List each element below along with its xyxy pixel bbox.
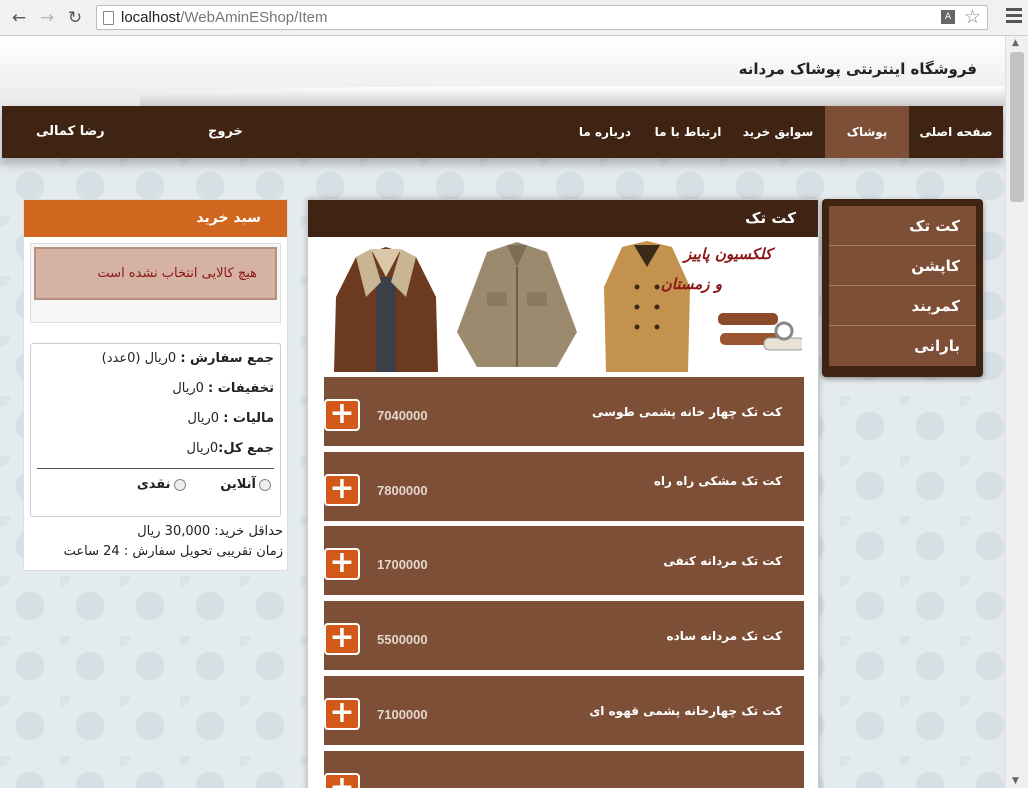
grand-total-line: جمع کل:0ریال [186,441,274,456]
canvas-jacket-image [457,242,577,367]
category-menu: کت تک کاپشن کمربند بارانی [822,199,983,377]
order-summary: جمع سفارش : 0ریال (0عدد) تخفیفات : 0ریال… [30,343,281,517]
product-panel: کت تک کلکسیون پاییز و زمستان کت تک چهار … [307,199,819,788]
nav-clothing[interactable]: پوشاک [825,106,909,158]
address-bar[interactable]: localhost/WebAminEShop/Item A ☆ [96,5,988,30]
page-icon [103,11,114,25]
product-row: کت تک مردانه ساده 5500000 + [324,601,804,670]
reload-icon[interactable]: ↻ [64,7,86,29]
category-raincoat[interactable]: بارانی [829,326,976,366]
forward-icon[interactable]: → [36,7,58,29]
category-blazer[interactable]: کت تک [829,206,976,246]
cash-payment-radio[interactable] [173,478,186,491]
product-price: 7800000 [377,483,428,498]
browser-menu-icon[interactable] [1006,8,1022,24]
belts-image [718,313,802,351]
banner-caption-line1: کلکسیون پاییز [683,245,772,263]
product-name[interactable]: کت تک مشکی راه راه [654,474,782,488]
product-row: کت تک مردانه کنفی 1700000 + [324,526,804,595]
product-row: کت تک چهارخانه پشمی قهوه ای 7100000 + [324,676,804,745]
add-to-cart-button[interactable]: + [324,548,360,580]
tax-line: مالیات : 0ریال [187,411,274,426]
logout-link[interactable]: خروج [208,106,243,158]
add-to-cart-button[interactable]: + [324,773,360,788]
back-icon[interactable]: ← [8,7,30,29]
cart-title: سبد خرید [24,200,287,237]
nav-purchase-history[interactable]: سوابق خرید [731,106,825,158]
cash-payment-label: نقدی [136,477,171,492]
collection-banner: کلکسیون پاییز و زمستان [324,237,802,377]
product-price: 1700000 [377,557,428,572]
add-to-cart-button[interactable]: + [324,399,360,431]
cart-empty-message: هیچ کالایی انتخاب نشده است [34,247,277,300]
site-header: فروشگاه اینترنتی پوشاک مردانه [0,36,1005,106]
shopping-cart: سبد خرید هیچ کالایی انتخاب نشده است جمع … [23,199,288,571]
online-payment-radio[interactable] [259,478,271,491]
category-belt[interactable]: کمربند [829,286,976,326]
leather-jacket-image [334,247,438,372]
payment-method: آنلاین نقدی [37,477,274,497]
order-total-line: جمع سفارش : 0ریال (0عدد) [101,351,274,366]
product-panel-title: کت تک [308,200,818,237]
product-name[interactable]: کت تک چهارخانه پشمی قهوه ای [589,704,782,718]
add-to-cart-button[interactable]: + [324,474,360,506]
online-payment-label: آنلاین [220,477,256,492]
nav-contact[interactable]: ارتباط با ما [645,106,731,158]
product-name[interactable]: کت تک چهار خانه پشمی طوسی [592,405,782,419]
page-scrollbar[interactable]: ▲ ▼ [1005,36,1028,788]
scrollbar-thumb[interactable] [1010,52,1024,202]
category-jacket[interactable]: کاپشن [829,246,976,286]
page-content: فروشگاه اینترنتی پوشاک مردانه صفحه اصلی … [0,36,1005,788]
scroll-down-icon[interactable]: ▼ [1012,776,1019,786]
main-navbar: صفحه اصلی پوشاک سوابق خرید ارتباط با ما … [2,106,1003,158]
product-price: 7100000 [377,707,428,722]
min-purchase-note: حداقل خرید: 30,000 ریال [137,524,283,539]
url-text: localhost/WebAminEShop/Item [121,9,328,26]
scroll-up-icon[interactable]: ▲ [1012,38,1019,48]
product-price: 7040000 [377,408,428,423]
product-row: کت تک مشکی راه راه 7800000 + [324,452,804,521]
banner-caption-line2: و زمستان [660,275,722,293]
product-price: 5500000 [377,632,428,647]
product-row: + [324,751,804,788]
site-title: فروشگاه اینترنتی پوشاک مردانه [738,60,977,78]
cart-notes: حداقل خرید: 30,000 ریال زمان تقریبی تحوی… [24,522,287,562]
bookmark-star-icon[interactable]: ☆ [964,6,981,28]
product-row: کت تک چهار خانه پشمی طوسی 7040000 + [324,377,804,446]
browser-toolbar: ← → ↻ localhost/WebAminEShop/Item A ☆ [0,0,1028,36]
product-name[interactable]: کت تک مردانه ساده [666,629,782,643]
cart-items-box: هیچ کالایی انتخاب نشده است [30,243,281,323]
nav-home[interactable]: صفحه اصلی [909,106,1003,158]
discount-line: تخفیفات : 0ریال [172,381,274,396]
nav-about[interactable]: درباره ما [565,106,645,158]
translate-icon[interactable]: A [941,10,955,24]
delivery-time-note: زمان تقریبی تحویل سفارش : 24 ساعت [63,544,283,559]
user-name: رضا کمالی [36,124,105,139]
add-to-cart-button[interactable]: + [324,698,360,730]
product-name[interactable]: کت تک مردانه کنفی [663,554,782,568]
add-to-cart-button[interactable]: + [324,623,360,655]
